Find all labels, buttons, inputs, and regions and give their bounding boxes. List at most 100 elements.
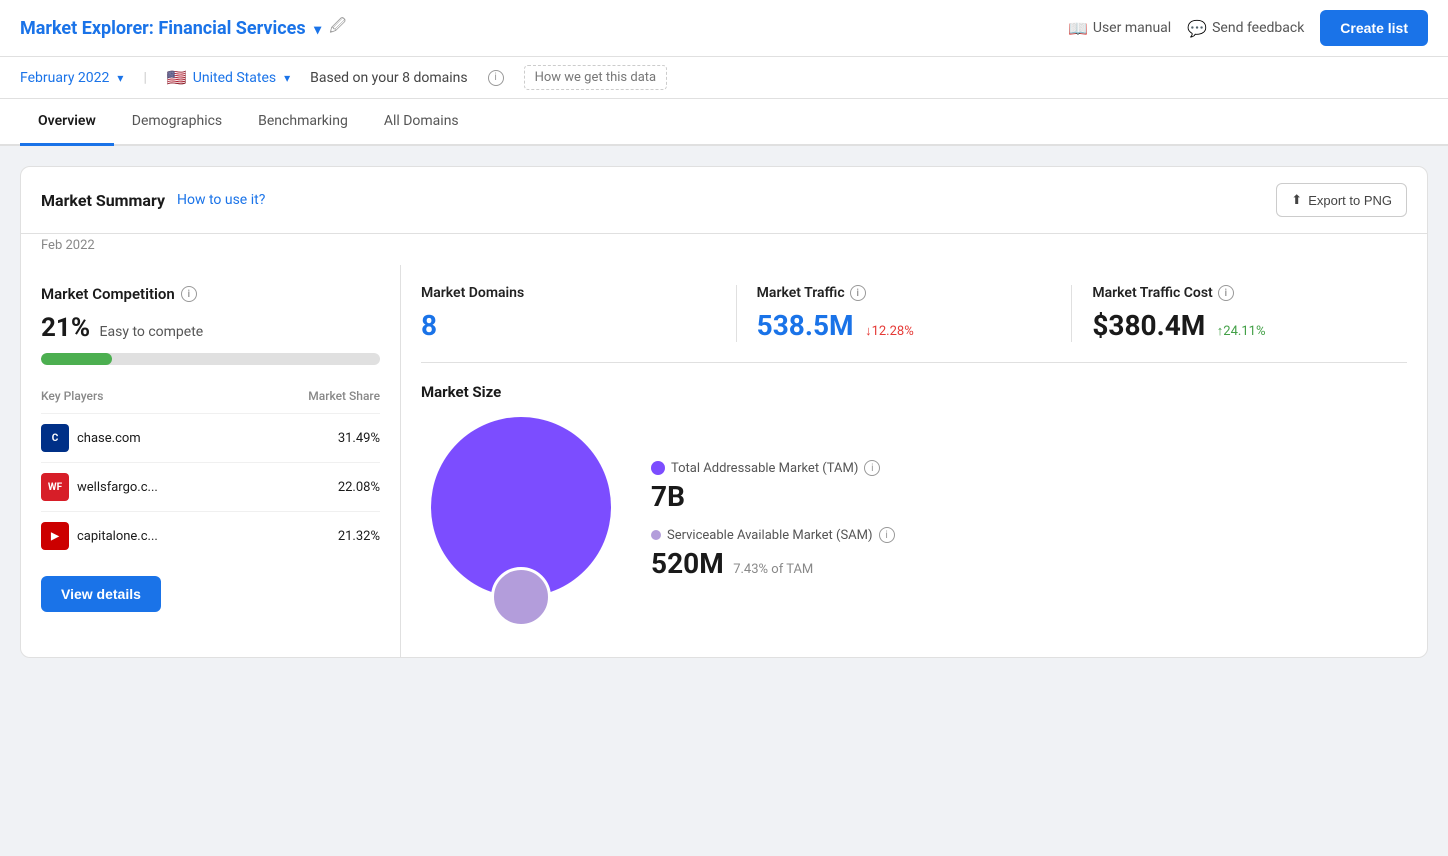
table-row: ▶ capitalone.c... 21.32% (41, 512, 380, 561)
sub-bar: February 2022 ▾ | 🇺🇸 United States ▾ Bas… (0, 57, 1448, 99)
col-market-share: Market Share (251, 385, 380, 414)
sam-sub: 7.43% of TAM (733, 562, 813, 577)
traffic-change: ↓12.28% (865, 324, 914, 339)
tab-benchmarking[interactable]: Benchmarking (240, 99, 366, 146)
domains-info-icon[interactable]: i (488, 70, 504, 86)
competition-percentage: 21% (41, 313, 90, 343)
date-chevron: ▾ (117, 71, 123, 85)
user-manual-link[interactable]: 📖 User manual (1068, 19, 1171, 38)
sam-value-row: 520M 7.43% of TAM (651, 547, 895, 580)
metric-market-traffic: Market Traffic i 538.5M ↓12.28% (737, 285, 1073, 342)
card-header-left: Market Summary How to use it? (41, 191, 265, 210)
player-name-cell: WF wellsfargo.c... (41, 463, 251, 512)
sam-label: Serviceable Available Market (SAM) i (651, 527, 895, 543)
tam-info-icon[interactable]: i (864, 460, 880, 476)
player-logo: ▶ (41, 522, 69, 550)
right-panel: Market Domains 8 Market Traffic i 538.5M (401, 265, 1427, 657)
how-we-get-link[interactable]: How we get this data (524, 65, 667, 90)
nav-bar: Overview Demographics Benchmarking All D… (0, 99, 1448, 146)
title-highlight: Financial Services (158, 18, 305, 39)
metric-market-domains: Market Domains 8 (421, 285, 737, 342)
player-name: chase.com (77, 431, 141, 446)
table-row: WF wellsfargo.c... 22.08% (41, 463, 380, 512)
tam-label: Total Addressable Market (TAM) i (651, 460, 895, 476)
metrics-row: Market Domains 8 Market Traffic i 538.5M (421, 285, 1407, 363)
metric-cost-value-row: $380.4M ↑24.11% (1092, 309, 1387, 342)
page-title: Market Explorer: Financial Services ▾ (20, 18, 321, 39)
country-label: United States (193, 70, 276, 86)
view-details-button[interactable]: View details (41, 576, 161, 612)
player-logo: WF (41, 473, 69, 501)
sam-value: 520M (651, 547, 724, 580)
country-chevron: ▾ (284, 71, 290, 85)
bubble-chart (421, 417, 621, 637)
competition-info-icon[interactable]: i (181, 286, 197, 302)
sam-row: Serviceable Available Market (SAM) i 520… (651, 527, 895, 580)
player-share: 31.49% (251, 414, 380, 463)
market-summary-title: Market Summary (41, 191, 165, 210)
competition-progress-bar (41, 353, 380, 365)
competition-label: Easy to compete (100, 324, 204, 340)
top-bar-right: 📖 User manual 💬 Send feedback Create lis… (1068, 10, 1428, 46)
how-to-use-link[interactable]: How to use it? (177, 192, 265, 208)
market-size-section: Market Size Total Address (421, 383, 1407, 637)
separator-1: | (143, 70, 146, 86)
title-prefix: Market Explorer: (20, 18, 154, 39)
card-date: Feb 2022 (21, 234, 1427, 265)
tam-row: Total Addressable Market (TAM) i 7B (651, 460, 895, 513)
market-size-info: Total Addressable Market (TAM) i 7B Serv… (651, 460, 895, 594)
player-name: wellsfargo.c... (77, 480, 158, 495)
tam-value: 7B (651, 480, 895, 513)
tam-dot (651, 461, 665, 475)
book-icon: 📖 (1068, 19, 1088, 38)
table-row: C chase.com 31.49% (41, 414, 380, 463)
metric-traffic-label: Market Traffic i (757, 285, 1052, 301)
market-summary-card: Market Summary How to use it? ⬆ Export t… (20, 166, 1428, 658)
domains-label: Based on your 8 domains (310, 70, 467, 86)
card-header: Market Summary How to use it? ⬆ Export t… (21, 167, 1427, 234)
player-name-cell: ▶ capitalone.c... (41, 512, 251, 561)
title-dropdown-chevron[interactable]: ▾ (314, 22, 321, 38)
bubble-small (491, 567, 551, 627)
tab-overview[interactable]: Overview (20, 99, 114, 146)
player-share: 21.32% (251, 512, 380, 561)
metric-cost-label: Market Traffic Cost i (1092, 285, 1387, 301)
card-body: Market Competition i 21% Easy to compete… (21, 265, 1427, 657)
cost-change: ↑24.11% (1217, 324, 1266, 339)
create-list-button[interactable]: Create list (1320, 10, 1428, 46)
market-competition-title-text: Market Competition (41, 285, 175, 303)
date-selector[interactable]: February 2022 ▾ (20, 70, 123, 86)
chat-icon: 💬 (1187, 19, 1207, 38)
traffic-info-icon[interactable]: i (850, 285, 866, 301)
export-label: Export to PNG (1308, 193, 1392, 208)
user-manual-label: User manual (1093, 20, 1171, 36)
export-button[interactable]: ⬆ Export to PNG (1276, 183, 1407, 217)
send-feedback-label: Send feedback (1212, 20, 1304, 36)
metric-traffic-cost: Market Traffic Cost i $380.4M ↑24.11% (1072, 285, 1407, 342)
top-bar-left: Market Explorer: Financial Services ▾ 🖉 (20, 15, 346, 42)
left-panel: Market Competition i 21% Easy to compete… (21, 265, 401, 657)
tab-demographics[interactable]: Demographics (114, 99, 240, 146)
metric-domains-value: 8 (421, 309, 716, 342)
key-players-table: Key Players Market Share C chase.com 31.… (41, 385, 380, 560)
player-share: 22.08% (251, 463, 380, 512)
edit-icon[interactable]: 🖉 (329, 15, 346, 42)
top-bar: Market Explorer: Financial Services ▾ 🖉 … (0, 0, 1448, 57)
col-key-players: Key Players (41, 385, 251, 414)
player-name-cell: C chase.com (41, 414, 251, 463)
date-label: February 2022 (20, 70, 109, 86)
sam-dot (651, 530, 661, 540)
metric-domains-label: Market Domains (421, 285, 716, 301)
market-competition-header: Market Competition i (41, 285, 380, 303)
market-size-content: Total Addressable Market (TAM) i 7B Serv… (421, 417, 1407, 637)
market-size-title: Market Size (421, 383, 1407, 401)
progress-bar-fill (41, 353, 112, 365)
sam-info-icon[interactable]: i (879, 527, 895, 543)
export-icon: ⬆ (1291, 192, 1302, 208)
player-name: capitalone.c... (77, 529, 158, 544)
tab-all-domains[interactable]: All Domains (366, 99, 477, 146)
cost-info-icon[interactable]: i (1218, 285, 1234, 301)
send-feedback-link[interactable]: 💬 Send feedback (1187, 19, 1304, 38)
country-flag: 🇺🇸 (167, 68, 187, 87)
country-selector[interactable]: 🇺🇸 United States ▾ (167, 68, 290, 87)
